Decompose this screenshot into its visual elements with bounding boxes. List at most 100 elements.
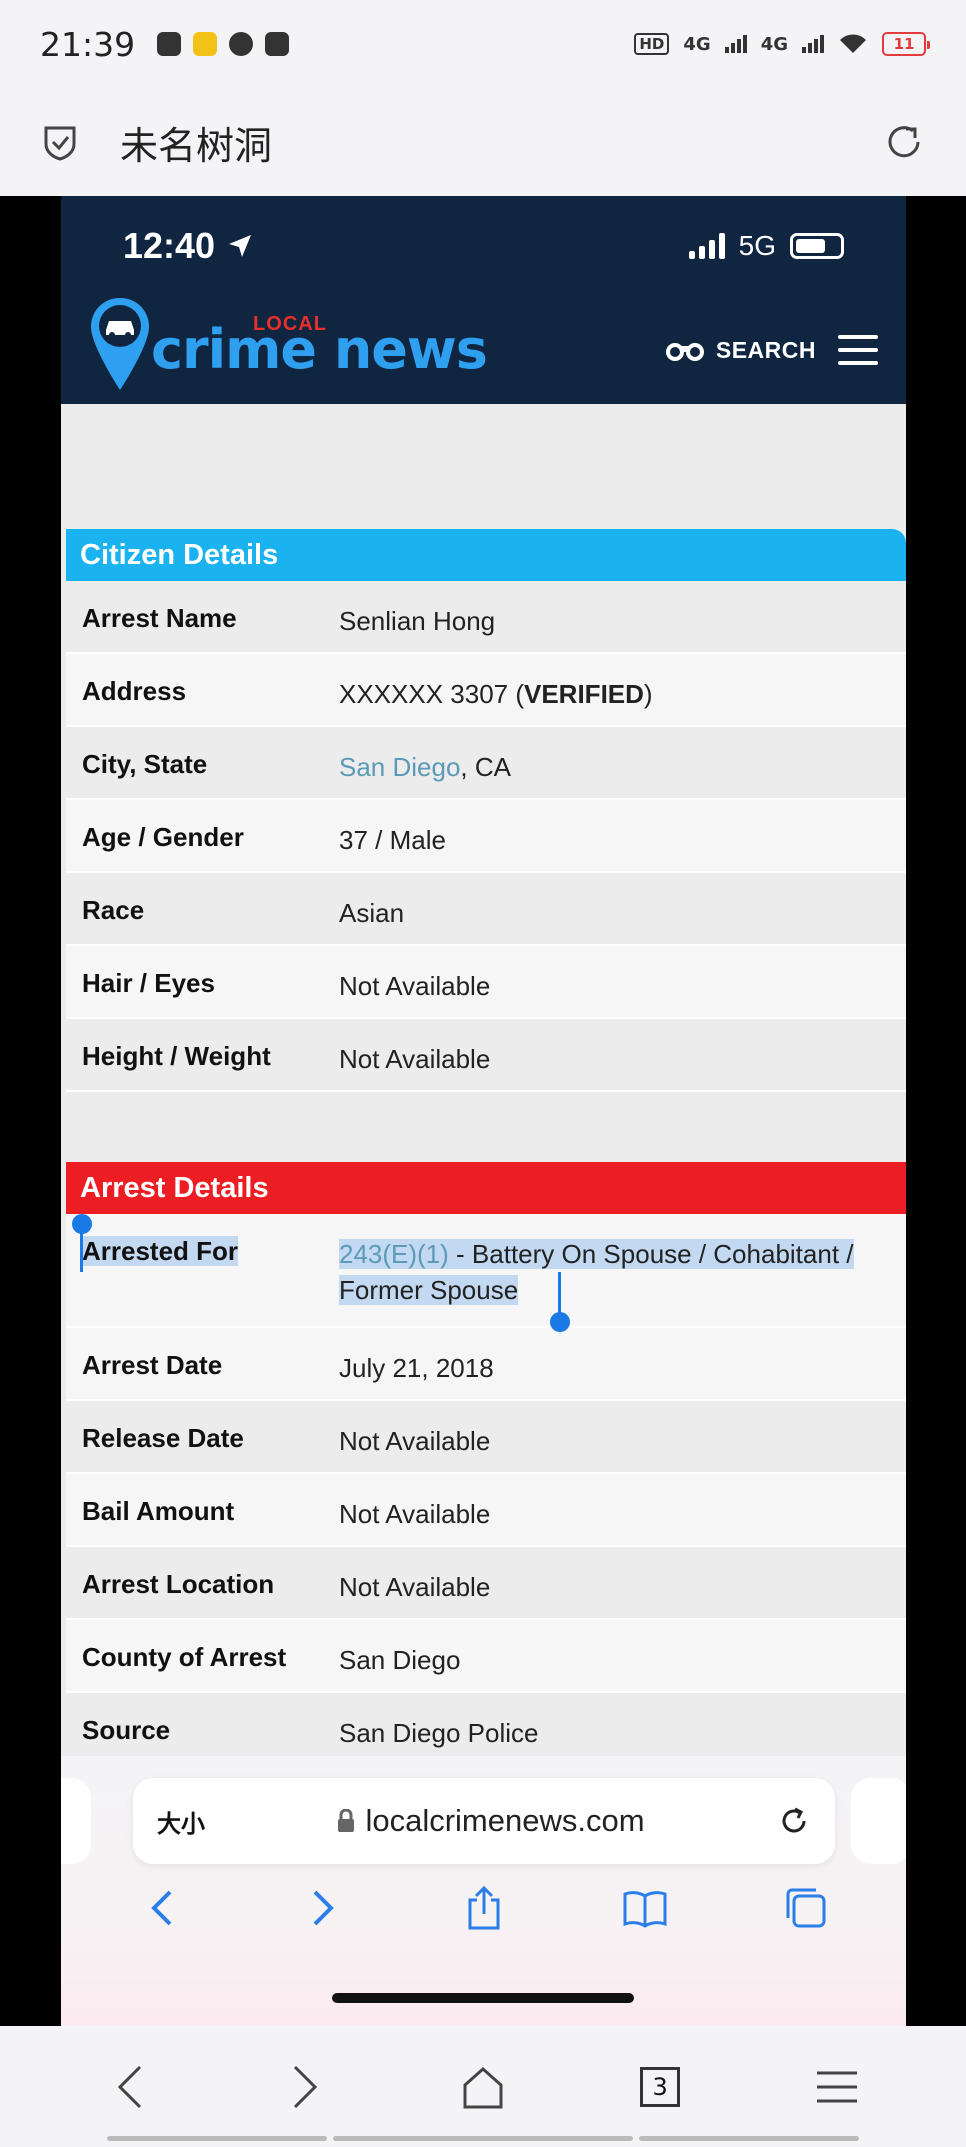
table-row: City, State San Diego, CA <box>66 727 906 800</box>
row-label: Race <box>82 895 145 925</box>
row-label: City, State <box>82 749 208 779</box>
site-logo[interactable]: LOCAL crime news <box>89 298 488 392</box>
ios-status-bar: 12:40 5G <box>61 196 906 296</box>
ios-status-right: 5G <box>688 230 844 262</box>
city-link[interactable]: San Diego <box>339 752 460 782</box>
net-label-2: 4G <box>760 33 788 55</box>
status-time: 21:39 <box>40 24 136 64</box>
tabs-icon[interactable] <box>779 1881 833 1935</box>
row-value: July 21, 2018 <box>339 1353 494 1383</box>
row-label: County of Arrest <box>82 1642 287 1672</box>
gesture-bar <box>0 2136 966 2141</box>
previous-tab-pill[interactable] <box>61 1778 91 1864</box>
safari-tool-row <box>61 1881 906 1935</box>
arrest-name-link[interactable]: Senlian Hong <box>339 581 906 639</box>
section-spacer <box>66 1092 906 1162</box>
nav-home-icon[interactable] <box>453 2057 513 2117</box>
row-label: Release Date <box>82 1423 244 1453</box>
verified-label: VERIFIED <box>524 679 644 709</box>
battery-icon: 11 <box>882 32 930 56</box>
logo-local: LOCAL <box>253 313 327 335</box>
row-label: Bail Amount <box>82 1496 235 1526</box>
table-row: Arrested For 243(E)(1) - Battery On Spou… <box>66 1214 906 1332</box>
yellow-app-icon <box>193 32 218 56</box>
row-label: Arrest Name <box>82 603 237 633</box>
nav-back-icon[interactable] <box>99 2057 159 2117</box>
nav-forward-icon[interactable] <box>276 2057 336 2117</box>
ios-battery-icon <box>790 233 844 259</box>
next-tab-pill[interactable] <box>851 1778 906 1864</box>
row-label: Address <box>82 676 187 706</box>
forward-icon[interactable] <box>296 1881 350 1935</box>
reload-icon[interactable] <box>882 120 926 164</box>
location-pin-icon <box>91 298 149 390</box>
state-text: , CA <box>460 752 511 782</box>
row-value: Not Available <box>339 1426 491 1456</box>
address-suffix: ) <box>643 679 653 709</box>
city-state-value: San Diego, CA <box>339 727 906 785</box>
wifi-icon <box>840 34 866 53</box>
address-value: XXXXXX 3307 (VERIFIED) <box>339 654 906 712</box>
arrest-details-heading: Arrest Details <box>66 1162 906 1214</box>
browser-nav-bar: 3 <box>0 2026 966 2147</box>
row-label: Age / Gender <box>82 822 244 852</box>
binoculars-icon <box>665 343 704 361</box>
table-row: Arrest Location Not Available <box>66 1547 906 1620</box>
address-bar[interactable]: 大小 localcrimenews.com <box>133 1778 835 1864</box>
back-icon[interactable] <box>135 1881 189 1935</box>
signal-icon-2 <box>802 35 824 53</box>
nav-tabs-button[interactable]: 3 <box>630 2057 690 2117</box>
compass-icon <box>229 32 254 56</box>
source-link[interactable]: San Diego Police <box>339 1693 906 1751</box>
hd-badge: HD <box>634 33 670 55</box>
tab-count: 3 <box>640 2066 681 2107</box>
table-row: Age / Gender 37 / Male <box>66 800 906 873</box>
search-button[interactable]: SEARCH <box>665 336 816 364</box>
row-value: Asian <box>339 898 405 928</box>
table-row: Race Asian <box>66 873 906 946</box>
selected-text: Arrested For <box>82 1236 239 1266</box>
row-value: Not Available <box>339 971 491 1001</box>
bookmarks-icon[interactable] <box>618 1881 672 1935</box>
citizen-details-heading: Citizen Details <box>66 529 906 581</box>
cat-icon <box>265 32 290 56</box>
row-value: 37 / Male <box>339 825 446 855</box>
table-row: Arrest Name Senlian Hong <box>66 581 906 654</box>
table-row: Address XXXXXX 3307 (VERIFIED) <box>66 654 906 727</box>
address-text: XXXXXX 3307 ( <box>339 679 524 709</box>
table-row: County of Arrest San Diego <box>66 1620 906 1693</box>
safari-toolbar: 大小 localcrimenews.com <box>61 1756 906 2026</box>
app-title: 未名树洞 <box>120 123 273 168</box>
table-row: Bail Amount Not Available <box>66 1474 906 1547</box>
page-content: Citizen Details Arrest Name Senlian Hong… <box>61 404 906 1766</box>
location-arrow-icon <box>229 235 252 257</box>
home-indicator <box>332 1993 634 2003</box>
charge-code-link[interactable]: 243(E)(1) <box>339 1239 449 1269</box>
row-label: Arrested For <box>82 1214 339 1267</box>
text-size-button[interactable]: 大小 <box>157 1804 205 1839</box>
shield-icon[interactable] <box>40 122 80 162</box>
app-header: 未名树洞 <box>0 88 966 196</box>
url-display[interactable]: localcrimenews.com <box>337 1803 645 1839</box>
table-row: Hair / Eyes Not Available <box>66 946 906 1019</box>
table-row: Arrest Date July 21, 2018 <box>66 1328 906 1401</box>
row-value: San Diego <box>339 1645 461 1675</box>
lock-icon <box>338 1809 355 1832</box>
hamburger-menu-icon[interactable] <box>838 335 878 365</box>
share-icon[interactable] <box>457 1881 511 1935</box>
row-label: Arrest Location <box>82 1569 275 1599</box>
row-value: Not Available <box>339 1044 491 1074</box>
row-label: Arrest Date <box>82 1350 223 1380</box>
nav-menu-icon[interactable] <box>807 2057 867 2117</box>
reload-page-icon[interactable] <box>777 1804 811 1838</box>
citizen-details-table: Arrest Name Senlian Hong Address XXXXXX … <box>66 581 906 1092</box>
search-label: SEARCH <box>715 336 816 363</box>
selection-end-caret <box>558 1272 561 1316</box>
ios-time: 12:40 <box>123 225 216 266</box>
row-label: Hair / Eyes <box>82 968 215 998</box>
selection-end-handle[interactable] <box>550 1312 570 1332</box>
android-status-bar: 21:39 HD 4G 4G 11 <box>0 0 966 88</box>
ios-network: 5G <box>738 230 776 261</box>
site-header: LOCAL crime news SEARCH <box>61 296 906 404</box>
url-text: localcrimenews.com <box>365 1803 645 1838</box>
